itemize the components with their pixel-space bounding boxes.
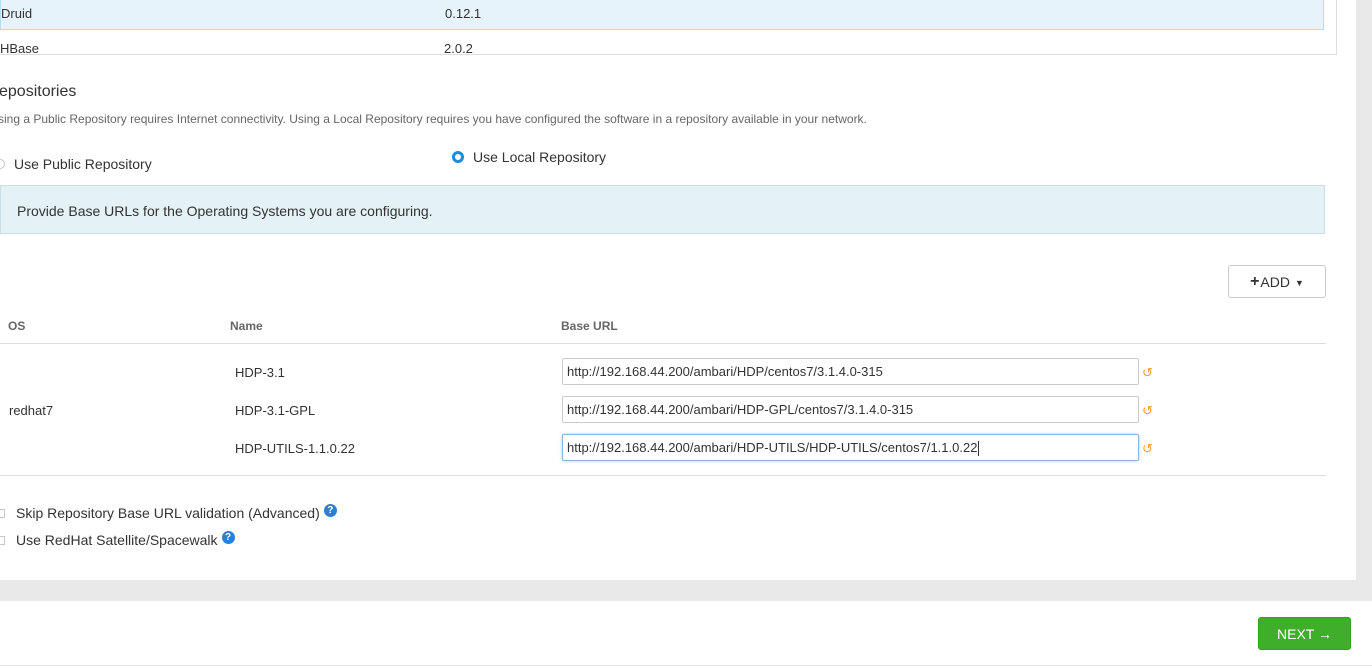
table-row[interactable]: HBase 2.0.2 xyxy=(0,30,1324,54)
add-label: ADD xyxy=(1260,273,1290,290)
os-name: redhat7 xyxy=(9,403,54,418)
local-repository-label: Use Local Repository xyxy=(473,149,607,165)
undo-icon[interactable]: ↺ xyxy=(1142,442,1153,455)
info-alert: Provide Base URLs for the Operating Syst… xyxy=(0,185,1325,234)
skip-validation-checkbox[interactable]: Skip Repository Base URL validation (Adv… xyxy=(0,503,337,521)
caret-down-icon: ▼ xyxy=(1294,278,1304,288)
undo-icon[interactable]: ↺ xyxy=(1142,404,1153,417)
satellite-label: Use RedHat Satellite/Spacewalk xyxy=(16,532,218,548)
undo-icon[interactable]: ↺ xyxy=(1142,366,1153,379)
wizard-footer: NEXT → xyxy=(0,601,1372,666)
checkbox-icon[interactable] xyxy=(0,535,5,545)
base-url-value: http://192.168.44.200/ambari/HDP-UTILS/H… xyxy=(567,440,978,455)
help-icon[interactable]: ? xyxy=(323,503,337,517)
base-url-value: http://192.168.44.200/ambari/HDP/centos7… xyxy=(567,364,883,379)
service-version: 0.12.1 xyxy=(445,6,482,21)
table-bottom-divider xyxy=(0,475,1326,476)
base-url-input[interactable]: http://192.168.44.200/ambari/HDP-GPL/cen… xyxy=(562,396,1139,423)
repo-name: HDP-3.1 xyxy=(235,365,285,380)
repositories-description: sing a Public Repository requires Intern… xyxy=(0,112,867,126)
main-panel: Druid 0.12.1 HBase 2.0.2 epositories sin… xyxy=(0,0,1356,580)
service-name: HBase xyxy=(0,41,40,55)
public-repository-radio[interactable]: Use Public Repository xyxy=(0,156,152,172)
column-header-name: Name xyxy=(230,319,263,333)
add-os-button[interactable]: + ADD ▼ xyxy=(1228,265,1326,298)
radio-off-icon[interactable] xyxy=(0,159,5,169)
table-row[interactable]: Druid 0.12.1 xyxy=(0,0,1324,30)
plus-icon: + xyxy=(1250,272,1260,290)
header-divider xyxy=(0,343,1326,344)
checkbox-icon[interactable] xyxy=(0,508,5,518)
service-version: 2.0.2 xyxy=(444,41,473,55)
repo-name: HDP-3.1-GPL xyxy=(235,403,316,418)
local-repository-radio[interactable]: Use Local Repository xyxy=(452,149,606,165)
help-icon[interactable]: ? xyxy=(221,530,235,544)
service-name: Druid xyxy=(1,6,33,21)
column-header-base-url: Base URL xyxy=(561,319,618,333)
services-table: Druid 0.12.1 HBase 2.0.2 xyxy=(0,0,1337,55)
base-url-input[interactable]: http://192.168.44.200/ambari/HDP/centos7… xyxy=(562,358,1139,385)
alert-text: Provide Base URLs for the Operating Syst… xyxy=(17,203,433,219)
next-button[interactable]: NEXT → xyxy=(1258,617,1351,650)
skip-validation-label: Skip Repository Base URL validation (Adv… xyxy=(16,505,320,521)
radio-on-icon[interactable] xyxy=(452,151,464,163)
base-url-value: http://192.168.44.200/ambari/HDP-GPL/cen… xyxy=(567,402,914,417)
public-repository-label: Use Public Repository xyxy=(14,156,152,172)
satellite-checkbox[interactable]: Use RedHat Satellite/Spacewalk ? xyxy=(0,530,235,548)
repositories-heading: epositories xyxy=(0,83,77,100)
base-url-input[interactable]: http://192.168.44.200/ambari/HDP-UTILS/H… xyxy=(562,434,1139,461)
column-header-os: OS xyxy=(8,319,26,333)
text-cursor xyxy=(978,441,980,457)
repo-name: HDP-UTILS-1.1.0.22 xyxy=(235,441,355,456)
